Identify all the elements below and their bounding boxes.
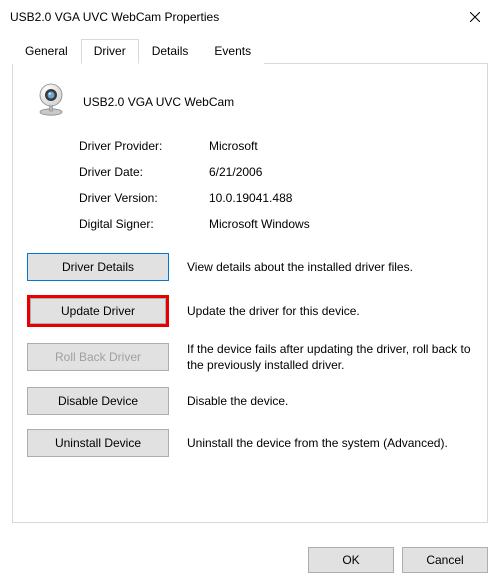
date-value: 6/21/2006: [209, 165, 473, 179]
uninstall-device-desc: Uninstall the device from the system (Ad…: [187, 435, 473, 451]
driver-actions: Driver Details View details about the in…: [27, 253, 473, 457]
update-driver-highlight: Update Driver: [27, 295, 169, 327]
driver-info: Driver Provider: Microsoft Driver Date: …: [27, 139, 473, 231]
uninstall-device-button[interactable]: Uninstall Device: [27, 429, 169, 457]
signer-label: Digital Signer:: [79, 217, 189, 231]
tab-panel-driver: USB2.0 VGA UVC WebCam Driver Provider: M…: [12, 63, 488, 523]
tab-driver[interactable]: Driver: [81, 39, 139, 64]
disable-device-button[interactable]: Disable Device: [27, 387, 169, 415]
tabstrip: General Driver Details Events: [12, 38, 488, 63]
device-header: USB2.0 VGA UVC WebCam: [27, 82, 473, 121]
webcam-icon: [33, 82, 69, 121]
dialog-buttons: OK Cancel: [0, 535, 500, 585]
disable-device-desc: Disable the device.: [187, 393, 473, 409]
close-button[interactable]: [452, 2, 498, 32]
signer-value: Microsoft Windows: [209, 217, 473, 231]
tab-events[interactable]: Events: [201, 39, 264, 64]
titlebar: USB2.0 VGA UVC WebCam Properties: [0, 0, 500, 34]
version-label: Driver Version:: [79, 191, 189, 205]
roll-back-driver-button: Roll Back Driver: [27, 343, 169, 371]
driver-details-desc: View details about the installed driver …: [187, 259, 473, 275]
client-area: General Driver Details Events: [0, 34, 500, 535]
provider-label: Driver Provider:: [79, 139, 189, 153]
update-driver-button[interactable]: Update Driver: [30, 298, 166, 324]
cancel-button[interactable]: Cancel: [402, 547, 488, 573]
update-driver-desc: Update the driver for this device.: [187, 303, 473, 319]
roll-back-driver-desc: If the device fails after updating the d…: [187, 341, 473, 373]
provider-value: Microsoft: [209, 139, 473, 153]
close-icon: [470, 12, 480, 22]
window-title: USB2.0 VGA UVC WebCam Properties: [10, 10, 452, 24]
tab-general[interactable]: General: [12, 39, 81, 64]
tab-details[interactable]: Details: [139, 39, 202, 64]
version-value: 10.0.19041.488: [209, 191, 473, 205]
ok-button[interactable]: OK: [308, 547, 394, 573]
date-label: Driver Date:: [79, 165, 189, 179]
driver-details-button[interactable]: Driver Details: [27, 253, 169, 281]
device-name: USB2.0 VGA UVC WebCam: [83, 95, 234, 109]
